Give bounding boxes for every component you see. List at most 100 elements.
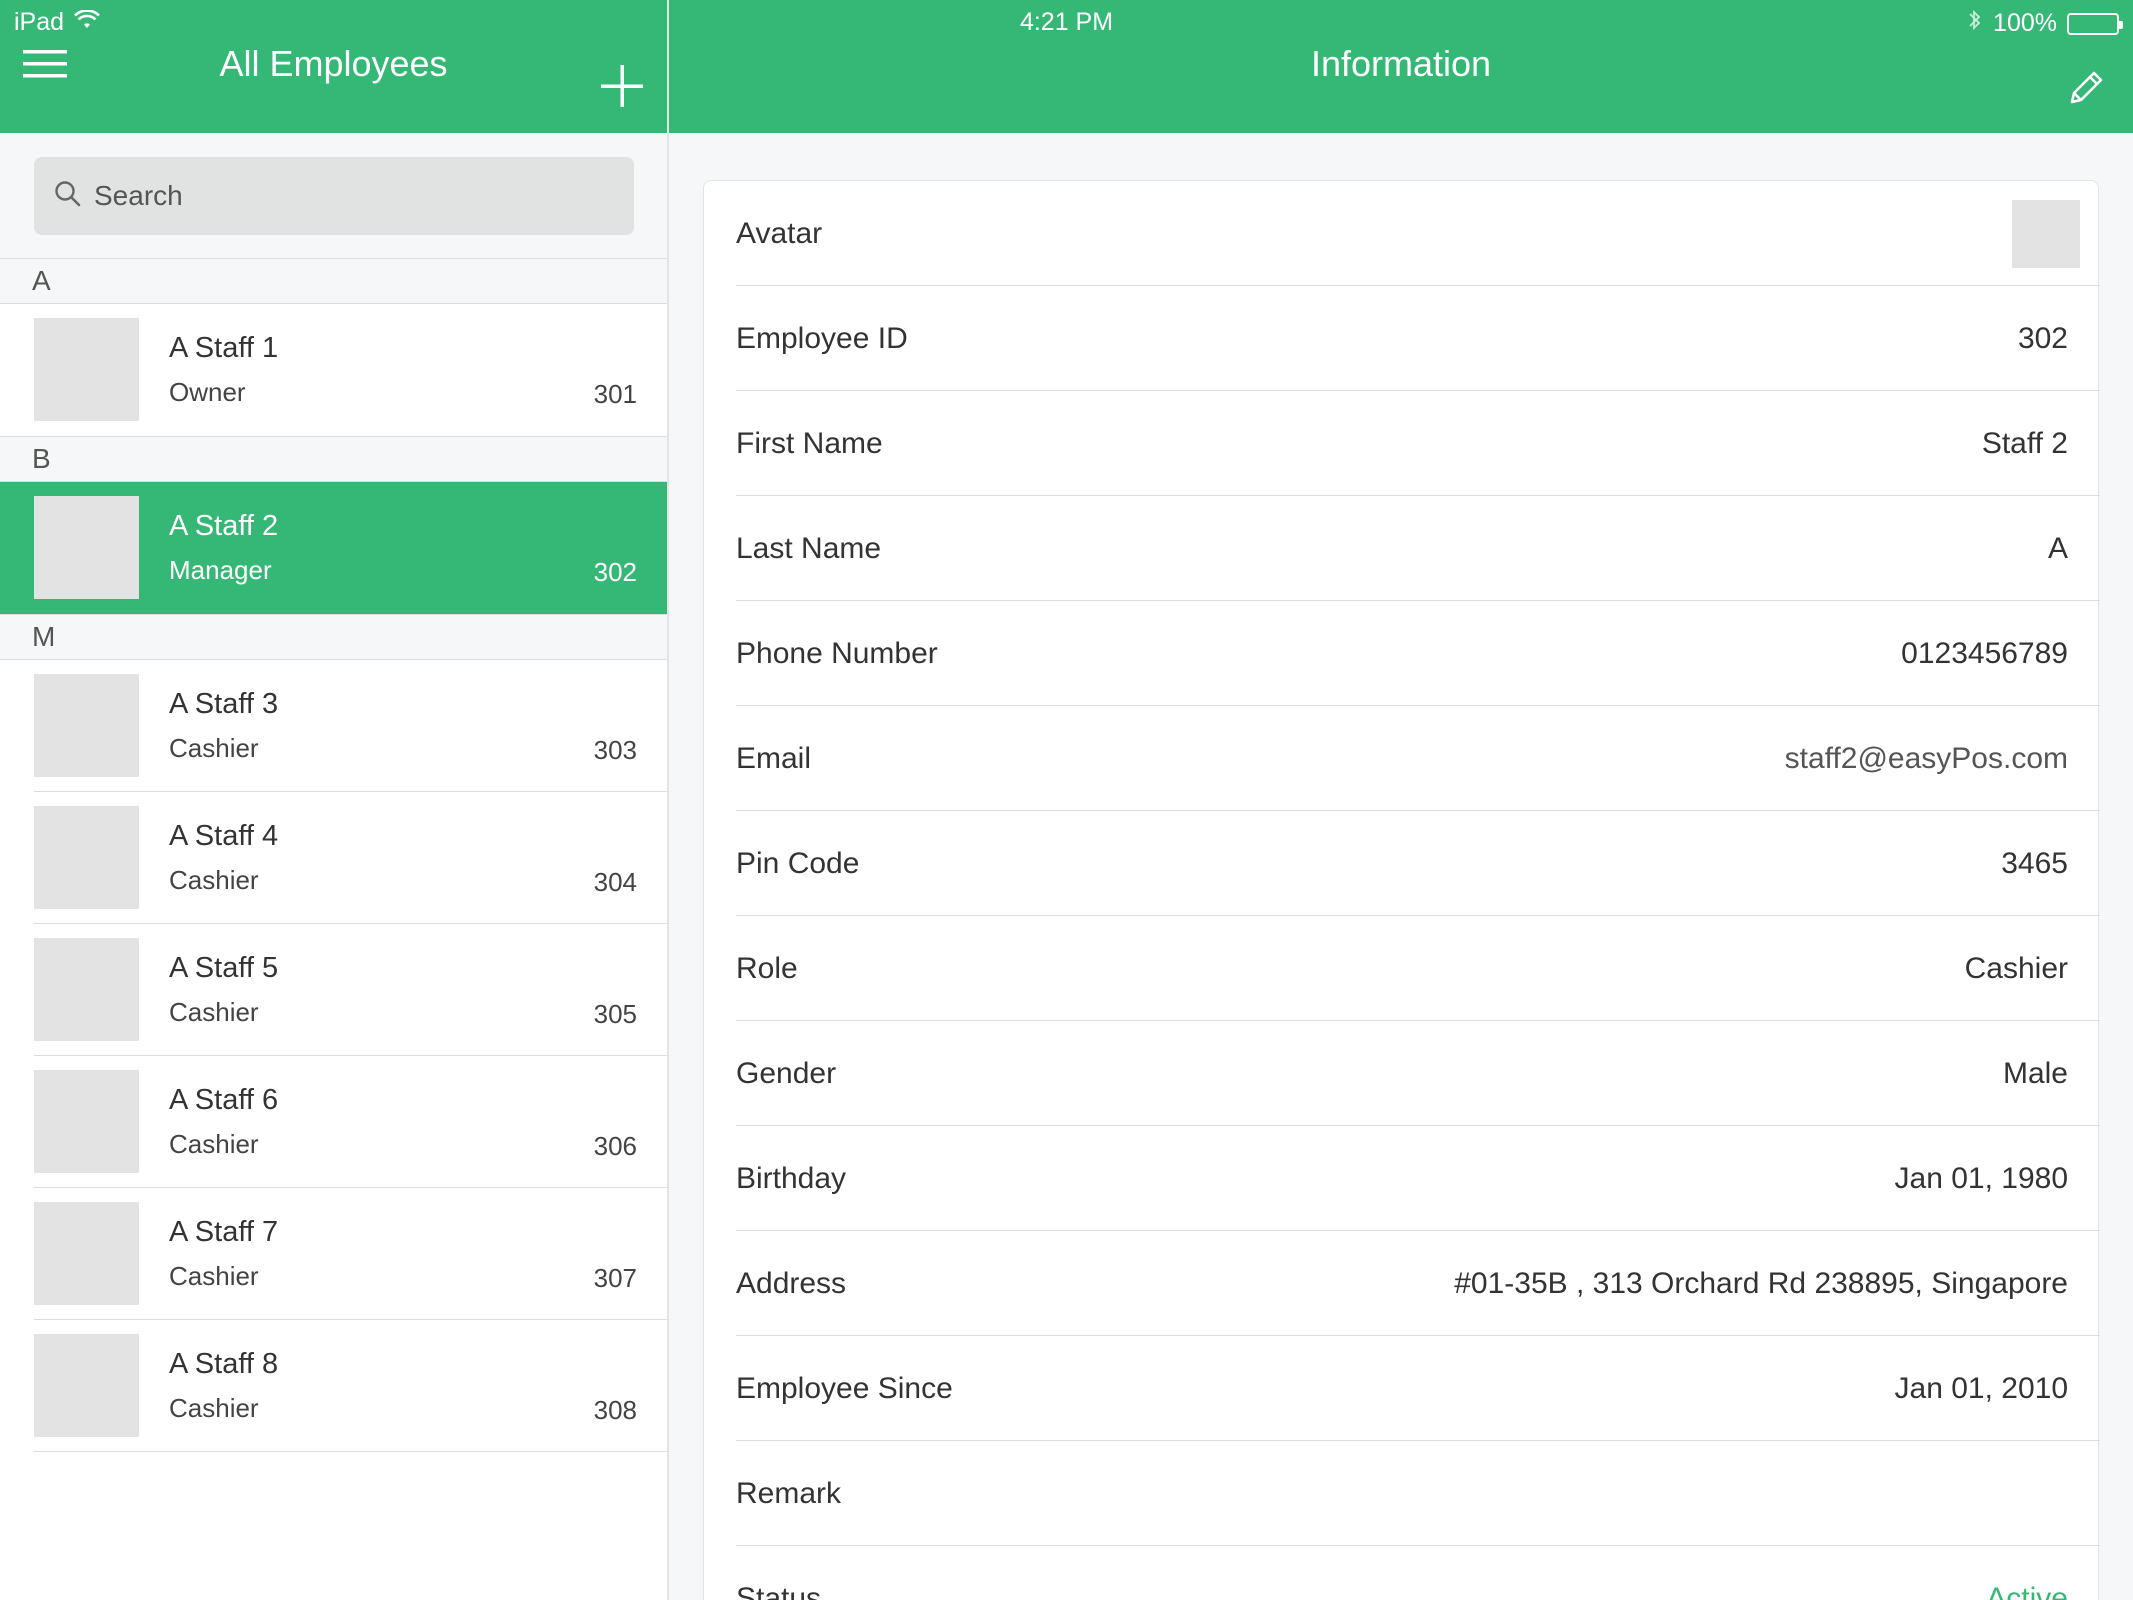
field-value: Staff 2 xyxy=(1981,426,2068,460)
avatar xyxy=(34,674,139,777)
employee-role: Owner xyxy=(169,377,246,407)
field-role: Role Cashier xyxy=(736,916,2100,1021)
employee-id: 307 xyxy=(593,1263,637,1293)
field-value: 302 xyxy=(2017,321,2068,355)
employee-id: 306 xyxy=(593,1131,637,1161)
employee-id: 308 xyxy=(593,1395,637,1425)
employee-row-303[interactable]: A Staff 3 Cashier 303 xyxy=(0,660,667,792)
employee-row-305[interactable]: A Staff 5 Cashier 305 xyxy=(0,924,667,1056)
field-status: Status Active xyxy=(736,1546,2100,1600)
status-value: Active xyxy=(1986,1581,2068,1600)
employee-name: A Staff 8 xyxy=(169,1348,279,1380)
field-birthday: Birthday Jan 01, 1980 xyxy=(736,1126,2100,1231)
field-label: Last Name xyxy=(736,531,882,565)
field-last-name: Last Name A xyxy=(736,496,2100,601)
field-employee-id: Employee ID 302 xyxy=(736,286,2100,391)
field-value: Male xyxy=(2002,1056,2068,1090)
employee-role: Manager xyxy=(169,555,272,585)
field-gender: Gender Male xyxy=(736,1021,2100,1126)
field-label: Gender xyxy=(736,1056,837,1090)
field-remark: Remark xyxy=(736,1441,2100,1546)
employee-name: A Staff 5 xyxy=(169,952,279,984)
information-card: Avatar Employee ID 302 First Name Staff … xyxy=(703,180,2100,1600)
field-label: Remark xyxy=(736,1476,842,1510)
employee-name: A Staff 2 xyxy=(169,510,279,542)
search-icon xyxy=(54,180,82,213)
field-first-name: First Name Staff 2 xyxy=(736,391,2100,496)
row-separator xyxy=(34,1451,667,1452)
detail-title: Information xyxy=(1310,43,1492,84)
employee-row-306[interactable]: A Staff 6 Cashier 306 xyxy=(0,1056,667,1188)
employee-row-304[interactable]: A Staff 4 Cashier 304 xyxy=(0,792,667,924)
employee-role: Cashier xyxy=(169,865,259,895)
field-label: Avatar xyxy=(736,216,823,250)
field-value: 3465 xyxy=(2001,846,2068,880)
status-time: 4:21 PM xyxy=(1019,8,1114,36)
field-phone-number: Phone Number 0123456789 xyxy=(736,601,2100,706)
battery-icon xyxy=(2067,12,2123,35)
avatar xyxy=(34,1334,139,1437)
field-value: Cashier xyxy=(1964,951,2068,985)
field-label: First Name xyxy=(736,426,883,460)
employee-row-308[interactable]: A Staff 8 Cashier 308 xyxy=(0,1320,667,1452)
avatar xyxy=(34,318,139,421)
employee-list-pane: A A Staff 1 Owner 301 B A Staff 2 Manage… xyxy=(0,133,667,1600)
field-label: Pin Code xyxy=(736,846,860,880)
field-label: Address xyxy=(736,1266,847,1300)
employee-id: 301 xyxy=(593,379,637,409)
field-employee-since: Employee Since Jan 01, 2010 xyxy=(736,1336,2100,1441)
employee-name: A Staff 1 xyxy=(169,332,279,364)
section-header-b: B xyxy=(0,436,667,482)
field-label: Phone Number xyxy=(736,636,938,670)
battery-percent: 100% xyxy=(1993,9,2057,37)
field-value: staff2@easyPos.com xyxy=(1784,741,2068,775)
employee-row-301[interactable]: A Staff 1 Owner 301 xyxy=(0,304,667,436)
section-header-a: A xyxy=(0,258,667,304)
list-title: All Employees xyxy=(219,43,448,84)
employee-id: 302 xyxy=(593,557,637,587)
employee-role: Cashier xyxy=(169,1129,259,1159)
employee-row-307[interactable]: A Staff 7 Cashier 307 xyxy=(0,1188,667,1320)
pencil-icon[interactable] xyxy=(2062,64,2110,112)
field-email: Email staff2@easyPos.com xyxy=(736,706,2100,811)
employee-id: 303 xyxy=(593,735,637,765)
field-label: Status xyxy=(736,1581,822,1600)
field-label: Email xyxy=(736,741,812,775)
field-value: A xyxy=(2047,531,2068,565)
employee-role: Cashier xyxy=(169,997,259,1027)
employee-name: A Staff 6 xyxy=(169,1084,279,1116)
avatar xyxy=(34,1070,139,1173)
avatar xyxy=(34,938,139,1041)
plus-icon[interactable] xyxy=(596,60,648,112)
field-avatar[interactable]: Avatar xyxy=(736,181,2100,286)
search-input[interactable] xyxy=(94,180,614,212)
employee-name: A Staff 4 xyxy=(169,820,279,852)
avatar xyxy=(34,806,139,909)
field-label: Birthday xyxy=(736,1161,847,1195)
employee-name: A Staff 3 xyxy=(169,688,279,720)
employee-row-302[interactable]: A Staff 2 Manager 302 xyxy=(0,482,667,614)
avatar-image[interactable] xyxy=(2012,199,2080,268)
search-area xyxy=(0,133,667,258)
status-bar: iPad 4:21 PM 100% xyxy=(0,0,2133,42)
status-bar-right: 100% xyxy=(1967,8,2123,39)
field-label: Employee ID xyxy=(736,321,908,355)
top-bar: iPad 4:21 PM 100% All Employees Informat… xyxy=(0,0,2133,133)
avatar xyxy=(34,1202,139,1305)
employee-role: Cashier xyxy=(169,1393,259,1423)
employee-detail-pane: Avatar Employee ID 302 First Name Staff … xyxy=(669,133,2133,1600)
field-value: Jan 01, 2010 xyxy=(1894,1371,2068,1405)
field-value: 0123456789 xyxy=(1901,636,2068,670)
field-value: #01-35B , 313 Orchard Rd 238895, Singapo… xyxy=(1454,1266,2068,1300)
employee-role: Cashier xyxy=(169,733,259,763)
field-label: Role xyxy=(736,951,798,985)
bluetooth-icon xyxy=(1967,8,1983,39)
employee-id: 305 xyxy=(593,999,637,1029)
field-address: Address #01-35B , 313 Orchard Rd 238895,… xyxy=(736,1231,2100,1336)
employee-name: A Staff 7 xyxy=(169,1216,279,1248)
search-box[interactable] xyxy=(34,157,634,235)
employee-id: 304 xyxy=(593,867,637,897)
section-header-m: M xyxy=(0,614,667,660)
field-value: Jan 01, 1980 xyxy=(1894,1161,2068,1195)
avatar xyxy=(34,496,139,599)
